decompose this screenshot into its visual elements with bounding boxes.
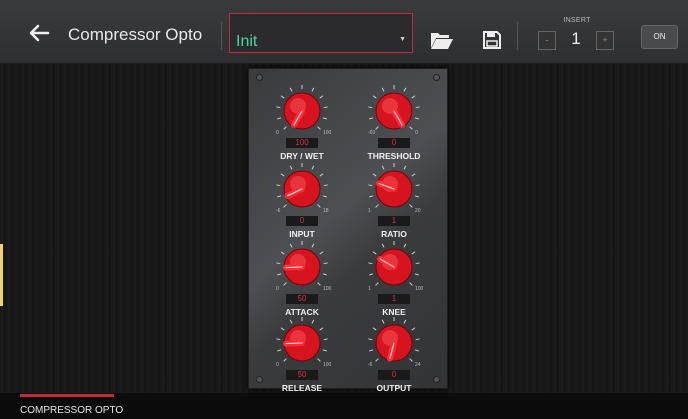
screw [256,74,263,81]
dry-wet-knob[interactable] [283,92,321,130]
scale-max: 100 [323,362,332,368]
scale-max: 20 [415,208,421,214]
header-bar: Compressor Opto Init ▼ INSERT - 1 + ON [0,0,688,64]
knob-attack-unit: 0 100 50 ATTACK [257,239,347,319]
scale-max: 100 [323,286,332,292]
threshold-value: 0 [378,138,410,148]
insert-label: INSERT [563,17,591,24]
knob-ratio-unit: 1 20 1 RATIO [349,161,439,241]
scale-min: 0 [276,130,279,136]
side-tab[interactable] [0,244,3,306]
page-title: Compressor Opto [68,25,203,44]
scale-min: -6 [276,208,281,214]
knob-release-unit: 0 100 50 RELEASE [257,315,347,395]
tab-compressor-opto[interactable]: COMPRESSOR OPTO [20,405,123,416]
input-knob[interactable] [283,170,321,208]
input-value: 0 [286,216,318,226]
divider [221,22,222,50]
scale-min: 1 [368,286,371,292]
output-knob[interactable] [375,324,413,362]
floppy-disk-icon[interactable] [482,30,502,50]
plugin-panel: 0 100 100 DRY / WET -60 0 0 THRESHOLD -6… [248,68,448,393]
scale-min: -6 [368,362,373,368]
attack-value: 50 [286,294,318,304]
knob-threshold-unit: -60 0 0 THRESHOLD [349,83,439,163]
on-button[interactable]: ON [641,25,678,49]
knee-knob[interactable] [375,248,413,286]
input-label: INPUT [289,229,315,239]
scale-min: 0 [276,362,279,368]
preset-dropdown[interactable]: Init ▼ [229,13,413,53]
attack-knob[interactable] [283,248,321,286]
preset-value: Init [236,33,258,50]
scale-max: 18 [323,208,329,214]
scale-min: 1 [368,208,371,214]
release-value: 50 [286,370,318,380]
knob-knee-unit: 1 100 1 KNEE [349,239,439,319]
threshold-label: THRESHOLD [367,151,421,161]
insert-next-button[interactable]: + [596,31,614,50]
release-knob[interactable] [283,324,321,362]
screw [433,74,440,81]
scale-max: 24 [415,362,421,368]
knob-dry-wet-unit: 0 100 100 DRY / WET [257,83,347,163]
footer-bar: COMPRESSOR OPTO [0,393,688,419]
scale-max: 0 [415,130,418,136]
dry-wet-value: 100 [286,138,318,148]
output-label: OUTPUT [376,383,412,393]
insert-number: 1 [571,29,581,48]
knob-input-unit: -6 18 0 INPUT [257,161,347,241]
ratio-label: RATIO [381,229,407,239]
release-label: RELEASE [281,383,323,393]
active-tab-indicator [20,394,114,397]
folder-open-icon[interactable] [430,30,454,50]
ratio-value: 1 [378,216,410,226]
knee-value: 1 [378,294,410,304]
threshold-knob[interactable] [375,92,413,130]
dry-wet-label: DRY / WET [280,151,324,161]
ratio-knob[interactable] [375,170,413,208]
scale-min: -60 [368,130,376,136]
knob-output-unit: -6 24 0 OUTPUT [349,315,439,395]
arrow-left-icon[interactable] [26,20,52,46]
output-value: 0 [378,370,410,380]
divider [517,22,518,50]
scale-max: 100 [415,286,424,292]
scale-max: 100 [323,130,332,136]
caret-down-icon: ▼ [399,36,406,43]
insert-prev-button[interactable]: - [538,31,556,50]
scale-min: 0 [276,286,279,292]
